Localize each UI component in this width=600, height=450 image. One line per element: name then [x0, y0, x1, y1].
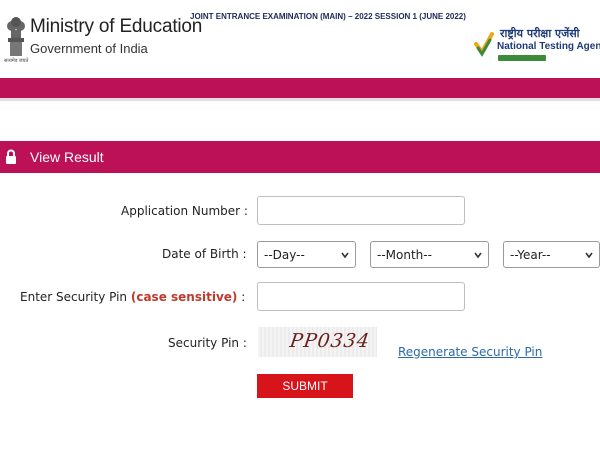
year-select[interactable]: --Year--: [503, 241, 600, 268]
nta-hindi-name: राष्ट्रीय परीक्षा एजेंसी: [500, 27, 580, 40]
year-select-value: --Year--: [510, 247, 551, 262]
nta-tagline-bar: [498, 55, 546, 61]
chevron-down-icon: [341, 252, 349, 259]
security-pin-entry-label-colon: :: [241, 290, 246, 304]
view-result-title: View Result: [30, 149, 104, 165]
divider: [0, 98, 600, 101]
captcha-text: PP0334: [288, 330, 372, 352]
submit-button[interactable]: SUBMIT: [257, 374, 353, 398]
application-number-input[interactable]: [257, 196, 465, 225]
security-pin-label: Security Pin :: [168, 336, 247, 350]
view-result-bar: View Result: [0, 141, 600, 173]
security-pin-input[interactable]: [257, 282, 465, 311]
chevron-down-icon: [474, 252, 482, 259]
day-select-value: --Day--: [264, 247, 305, 262]
emblem-caption: सत्यमेव जयते: [4, 58, 29, 64]
lock-icon: [6, 149, 16, 164]
nta-name: National Testing Agency: [497, 41, 600, 52]
chevron-down-icon: [585, 252, 593, 259]
application-number-label: Application Number :: [121, 204, 248, 218]
security-pin-entry-label: Enter Security Pin (case sensitive) :: [20, 290, 245, 304]
date-of-birth-label: Date of Birth :: [162, 247, 247, 261]
national-emblem-icon: [7, 17, 25, 56]
exam-title: JOINT ENTRANCE EXAMINATION (MAIN) – 2022…: [190, 12, 466, 21]
site-header: सत्यमेव जयते Ministry of Education Gover…: [0, 0, 600, 78]
case-sensitive-note: (case sensitive): [130, 290, 238, 304]
month-select-value: --Month--: [377, 247, 432, 262]
nta-check-icon: [474, 32, 494, 57]
captcha-image: PP0334: [258, 327, 377, 357]
day-select[interactable]: --Day--: [257, 241, 356, 268]
regenerate-security-pin-link[interactable]: Regenerate Security Pin: [398, 345, 542, 359]
ministry-subtitle: Government of India: [30, 41, 148, 56]
top-nav-bar: [0, 78, 600, 98]
month-select[interactable]: --Month--: [370, 241, 489, 268]
security-pin-entry-label-text: Enter Security Pin: [20, 290, 128, 304]
ministry-title: Ministry of Education: [30, 16, 203, 37]
